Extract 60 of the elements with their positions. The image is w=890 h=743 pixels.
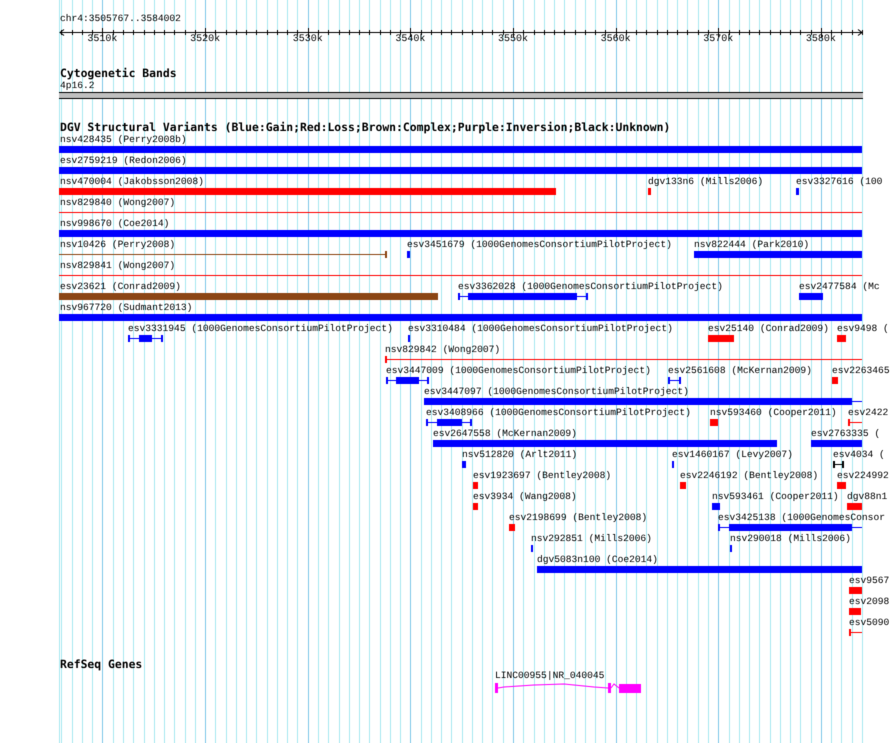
variant-label: nsv822444 (Park2010) bbox=[694, 239, 810, 250]
variant-label: esv2561608 (McKernan2009) bbox=[668, 365, 812, 376]
variant-label: esv23621 (Conrad2009) bbox=[60, 281, 181, 292]
ruler-tick-label: 3530k bbox=[292, 34, 323, 45]
variant-label: nsv593461 (Cooper2011) bbox=[712, 491, 839, 502]
variant-label: esv3447009 (1000GenomesConsortiumPilotProject) bbox=[386, 365, 651, 376]
variant-label: esv2422 bbox=[848, 407, 888, 418]
ruler-tick-label: 3510k bbox=[87, 34, 118, 45]
variant-label: nsv829841 (Wong2007) bbox=[60, 260, 176, 271]
ruler-tick-label: 3570k bbox=[703, 34, 734, 45]
variant-label: nsv829840 (Wong2007) bbox=[60, 197, 176, 208]
variant-label: esv2647558 (McKernan2009) bbox=[433, 428, 577, 439]
variant-label: nsv998670 (Coe2014) bbox=[60, 218, 170, 229]
variant-label: dgv133n6 (Mills2006) bbox=[648, 176, 764, 187]
variant-label: esv5090 bbox=[849, 617, 890, 628]
variant-label: nsv292851 (Mills2006) bbox=[531, 533, 652, 544]
ruler-tick-label: 3560k bbox=[600, 34, 631, 45]
variant-label: nsv290018 (Mills2006) bbox=[730, 533, 851, 544]
variant-label: esv3408966 (1000GenomesConsortiumPilotProject) bbox=[426, 407, 691, 418]
variant-label: dgv88n1 bbox=[847, 491, 888, 502]
variant-label: dgv5083n100 (Coe2014) bbox=[537, 554, 658, 565]
variant-label: esv2763335 ( bbox=[811, 428, 880, 439]
variant-label: esv1460167 (Levy2007) bbox=[672, 449, 793, 460]
variant-label: esv3447097 (1000GenomesConsortiumPilotProject) bbox=[424, 386, 689, 397]
variant-label: nsv10426 (Perry2008) bbox=[60, 239, 176, 250]
variant-label: nsv593460 (Cooper2011) bbox=[710, 407, 837, 418]
variant-label: esv9567 bbox=[849, 575, 890, 586]
track-title: Cytogenetic Bands bbox=[60, 67, 177, 80]
variant-label: esv25140 (Conrad2009) bbox=[708, 323, 829, 334]
ruler-tick-label: 3540k bbox=[395, 34, 426, 45]
variant-label: esv224992 bbox=[837, 470, 889, 481]
variant-label: nsv967720 (Sudmant2013) bbox=[60, 302, 192, 313]
band-label: 4p16.2 bbox=[60, 80, 95, 91]
track-title: RefSeq Genes bbox=[60, 658, 142, 671]
variant-label: esv2098 bbox=[849, 596, 890, 607]
variant-label: esv3310484 (1000GenomesConsortiumPilotProject) bbox=[408, 323, 673, 334]
variant-label: esv2263465 bbox=[832, 365, 890, 376]
variant-label: esv3934 (Wang2008) bbox=[473, 491, 577, 502]
variant-label: esv9498 ( bbox=[837, 323, 889, 334]
variant-label: esv3327616 (100 bbox=[796, 176, 882, 187]
ruler-location: chr4:3505767..3584002 bbox=[60, 13, 181, 24]
variant-label: esv2198699 (Bentley2008) bbox=[509, 512, 648, 523]
variant-label: nsv512820 (Arlt2011) bbox=[462, 449, 578, 460]
variant-label: esv3425138 (1000GenomesConsor bbox=[718, 512, 885, 523]
ruler-tick-label: 3580k bbox=[806, 34, 836, 45]
variant-label: esv3331945 (1000GenomesConsortiumPilotProject) bbox=[128, 323, 393, 334]
variant-label: esv2246192 (Bentley2008) bbox=[680, 470, 818, 481]
variant-label: esv4034 ( bbox=[833, 449, 885, 460]
variant-label: esv1923697 (Bentley2008) bbox=[473, 470, 612, 481]
variant-label: nsv829842 (Wong2007) bbox=[385, 344, 500, 355]
variant-label: nsv428435 (Perry2008b) bbox=[60, 134, 187, 145]
gene-label: LINC00955|NR_040045 bbox=[495, 670, 604, 681]
variant-label: esv3451679 (1000GenomesConsortiumPilotProject) bbox=[407, 239, 672, 250]
ruler-tick-label: 3550k bbox=[498, 34, 528, 45]
variant-label: esv2477584 (Mc bbox=[799, 281, 880, 292]
variant-label: nsv470004 (Jakobsson2008) bbox=[60, 176, 204, 187]
variant-label: esv2759219 (Redon2006) bbox=[60, 155, 187, 166]
variant-label: esv3362028 (1000GenomesConsortiumPilotProject) bbox=[458, 281, 723, 292]
track-title: DGV Structural Variants (Blue:Gain;Red:Loss;Brown:Complex;Purple:Inversion;Black:Unknown) bbox=[60, 121, 670, 134]
ruler-tick-label: 3520k bbox=[190, 34, 220, 45]
